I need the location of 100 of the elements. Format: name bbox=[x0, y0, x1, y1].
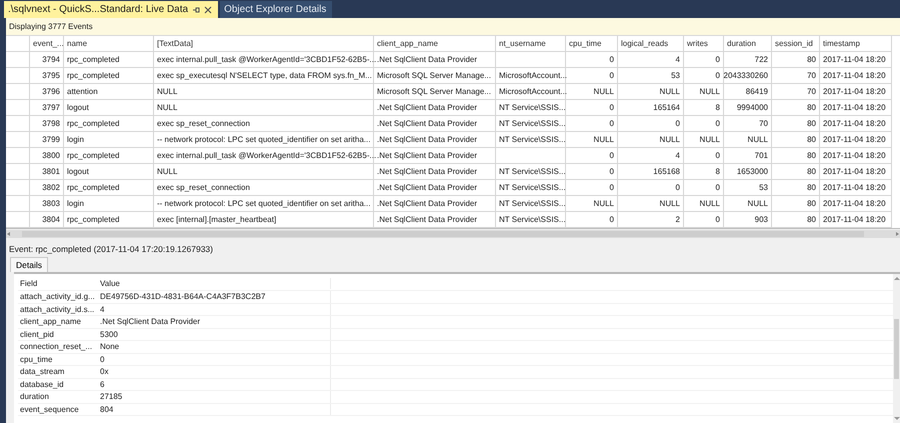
table-cell: 3803 bbox=[30, 196, 64, 212]
row-header[interactable] bbox=[6, 180, 30, 196]
row-header[interactable] bbox=[6, 132, 30, 148]
table-cell: NT Service\SSIS... bbox=[496, 180, 566, 196]
row-header[interactable] bbox=[6, 52, 30, 68]
field-name: client_pid bbox=[19, 328, 55, 340]
event-count-label: Displaying 3777 Events bbox=[9, 22, 93, 31]
document-tab[interactable]: .\sqlvnext - QuickS...Standard: Live Data bbox=[4, 1, 218, 18]
scroll-right-icon[interactable] bbox=[894, 231, 900, 237]
table-cell: Microsoft SQL Server Manage... bbox=[374, 68, 496, 84]
table-cell: .Net SqlClient Data Provider bbox=[374, 52, 496, 68]
table-cell: logout bbox=[64, 100, 154, 116]
table-cell: 2017-11-04 18:20 bbox=[820, 68, 892, 84]
table-cell: 70 bbox=[772, 68, 820, 84]
column-header[interactable]: name bbox=[64, 36, 154, 52]
column-header[interactable]: cpu_time bbox=[566, 36, 618, 52]
column-header[interactable]: [TextData] bbox=[154, 36, 374, 52]
table-cell: 80 bbox=[772, 116, 820, 132]
table-cell: 2017-11-04 18:20 bbox=[820, 84, 892, 100]
scroll-down-icon[interactable] bbox=[894, 416, 900, 421]
table-cell: NT Service\SSIS... bbox=[496, 164, 566, 180]
table-cell: 80 bbox=[772, 212, 820, 228]
table-cell: .Net SqlClient Data Provider bbox=[374, 116, 496, 132]
row-header[interactable] bbox=[6, 100, 30, 116]
field-name: event_sequence bbox=[19, 404, 80, 415]
field-value: 804 bbox=[98, 404, 331, 415]
table-cell: NT Service\SSIS... bbox=[496, 100, 566, 116]
row-header[interactable] bbox=[6, 68, 30, 84]
table-cell: MicrosoftAccount... bbox=[496, 68, 566, 84]
scroll-up-icon[interactable] bbox=[894, 276, 900, 281]
table-cell: 0 bbox=[618, 180, 684, 196]
event-title: Event: rpc_completed (2017-11-04 17:20:19.1267933) bbox=[9, 244, 213, 254]
column-header[interactable]: nt_username bbox=[496, 36, 566, 52]
table-cell: NULL bbox=[154, 100, 374, 116]
table-cell: attention bbox=[64, 84, 154, 100]
table-cell: 0 bbox=[684, 212, 724, 228]
column-header[interactable]: event_... bbox=[30, 36, 64, 52]
table-cell: 70 bbox=[772, 84, 820, 100]
row-header[interactable] bbox=[6, 84, 30, 100]
corner-header[interactable] bbox=[6, 36, 30, 52]
field-name: database_id bbox=[19, 378, 65, 390]
table-cell: .Net SqlClient Data Provider bbox=[374, 148, 496, 164]
pin-icon[interactable] bbox=[192, 6, 200, 14]
row-header[interactable] bbox=[6, 164, 30, 180]
table-cell: NULL bbox=[566, 132, 618, 148]
table-cell: 0 bbox=[684, 52, 724, 68]
table-cell: 2 bbox=[618, 212, 684, 228]
table-cell: 8 bbox=[684, 164, 724, 180]
table-cell: NT Service\SSIS... bbox=[496, 132, 566, 148]
table-cell: 0 bbox=[566, 68, 618, 84]
column-header[interactable]: writes bbox=[684, 36, 724, 52]
column-header[interactable]: client_app_name bbox=[374, 36, 496, 52]
column-header[interactable]: duration bbox=[724, 36, 772, 52]
table-cell: NULL bbox=[154, 84, 374, 100]
column-header[interactable]: timestamp bbox=[820, 36, 892, 52]
field-value: None bbox=[98, 341, 331, 352]
table-cell: 8 bbox=[684, 100, 724, 116]
column-header[interactable]: session_id bbox=[772, 36, 820, 52]
row-header[interactable] bbox=[6, 148, 30, 164]
table-cell: 3804 bbox=[30, 212, 64, 228]
table-cell: 0 bbox=[684, 180, 724, 196]
table-cell: 2017-11-04 18:20 bbox=[820, 180, 892, 196]
table-cell: exec sp_reset_connection bbox=[154, 180, 374, 196]
field-name: attach_activity_id.g... bbox=[19, 291, 96, 302]
table-cell: 2017-11-04 18:20 bbox=[820, 52, 892, 68]
row-header[interactable] bbox=[6, 212, 30, 228]
scroll-left-icon[interactable] bbox=[6, 231, 12, 237]
table-cell: 0 bbox=[684, 116, 724, 132]
table-cell: NULL bbox=[724, 196, 772, 212]
field-name: cpu_time bbox=[19, 354, 54, 365]
field-value: .Net SqlClient Data Provider bbox=[98, 316, 331, 328]
row-header[interactable] bbox=[6, 196, 30, 212]
table-cell: 903 bbox=[724, 212, 772, 228]
table-cell: -- network protocol: LPC set quoted_identifier on set aritha... bbox=[154, 196, 374, 212]
table-cell: 4 bbox=[618, 52, 684, 68]
table-cell: exec sp_reset_connection bbox=[154, 116, 374, 132]
table-cell: 0 bbox=[684, 68, 724, 84]
table-cell: 3800 bbox=[30, 148, 64, 164]
details-tab[interactable]: Details bbox=[10, 257, 48, 272]
table-cell: 4 bbox=[618, 148, 684, 164]
table-cell: NULL bbox=[618, 84, 684, 100]
vertical-scrollbar[interactable] bbox=[893, 274, 900, 423]
close-icon[interactable] bbox=[204, 6, 212, 14]
horizontal-scrollbar[interactable] bbox=[6, 230, 900, 238]
field-value: 0x bbox=[98, 366, 331, 378]
table-cell: 9994000 bbox=[724, 100, 772, 116]
table-cell: rpc_completed bbox=[64, 68, 154, 84]
table-cell: NT Service\SSIS... bbox=[496, 116, 566, 132]
row-header[interactable] bbox=[6, 116, 30, 132]
table-cell: rpc_completed bbox=[64, 52, 154, 68]
table-cell: 80 bbox=[772, 148, 820, 164]
column-header[interactable]: logical_reads bbox=[618, 36, 684, 52]
document-tab[interactable]: Object Explorer Details bbox=[220, 1, 332, 18]
table-cell: 3801 bbox=[30, 164, 64, 180]
field-value: 5300 bbox=[98, 328, 331, 340]
field-name: data_stream bbox=[19, 366, 66, 378]
table-cell: 2017-11-04 18:20 bbox=[820, 132, 892, 148]
table-cell: rpc_completed bbox=[64, 116, 154, 132]
table-cell: 3798 bbox=[30, 116, 64, 132]
table-cell: NT Service\SSIS... bbox=[496, 196, 566, 212]
